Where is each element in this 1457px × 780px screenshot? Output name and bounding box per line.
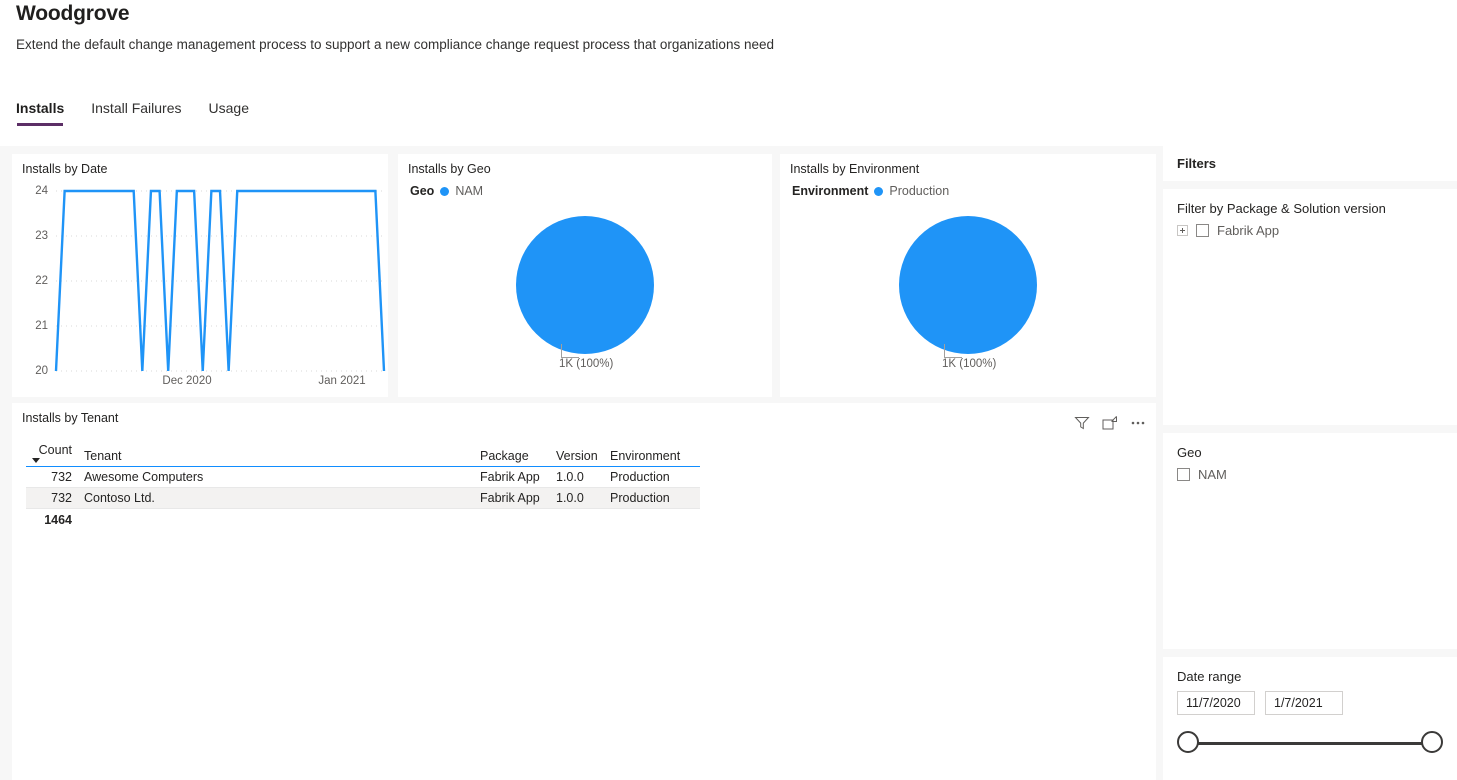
cell-tenant: Awesome Computers [78, 466, 474, 488]
legend-color-dot-icon [874, 186, 884, 196]
legend-label-production[interactable]: Production [889, 184, 949, 198]
pie-slice-production[interactable] [899, 216, 1037, 354]
filter-card-geo[interactable]: Geo NAM [1163, 433, 1457, 649]
filter-card-date-range[interactable]: Date range [1163, 657, 1457, 780]
tab-usage[interactable]: Usage [209, 100, 249, 126]
focus-mode-icon[interactable] [1102, 415, 1118, 431]
visual-title-installs-by-tenant: Installs by Tenant [22, 411, 119, 425]
pie-chart-environment: 1K (100%) [780, 212, 1156, 397]
pie-slice-nam[interactable] [516, 216, 654, 354]
legend-geo: Geo NAM [398, 176, 772, 198]
column-header-tenant[interactable]: Tenant [78, 441, 474, 467]
filter-item-label: NAM [1198, 467, 1227, 482]
cell-version: 1.0.0 [550, 466, 604, 488]
cell-environment: Production [604, 466, 700, 488]
line-chart-plot: 24 23 22 21 20 Dec 2020 Jan 2021 [12, 180, 388, 395]
visual-title-installs-by-environment: Installs by Environment [790, 162, 920, 176]
filter-item-nam[interactable]: NAM [1177, 467, 1443, 482]
table-visual-header: Installs by Tenant [12, 403, 1156, 431]
tab-installs[interactable]: Installs [16, 100, 64, 126]
filter-card-package[interactable]: Filter by Package & Solution version Fab… [1163, 189, 1457, 425]
table-row[interactable]: 732 Contoso Ltd. Fabrik App 1.0.0 Produc… [26, 487, 700, 509]
visual-title-installs-by-geo: Installs by Geo [408, 162, 491, 176]
slider-track [1188, 742, 1432, 745]
filter-title-package: Filter by Package & Solution version [1177, 201, 1386, 216]
cell-package: Fabrik App [474, 466, 550, 488]
filter-title-geo: Geo [1177, 445, 1202, 460]
date-range-inputs [1177, 691, 1443, 715]
filter-item-label: Fabrik App [1217, 223, 1280, 238]
page-title: Woodgrove [16, 2, 130, 25]
cell-environment: Production [604, 487, 700, 509]
filter-icon[interactable] [1074, 415, 1090, 431]
column-header-environment[interactable]: Environment [604, 441, 700, 467]
cell-tenant: Contoso Ltd. [78, 487, 474, 509]
cell-total-tenant [78, 508, 474, 530]
pie-data-label-environment: 1K (100%) [942, 358, 997, 370]
line-chart-svg [54, 189, 386, 372]
column-header-version[interactable]: Version [550, 441, 604, 467]
x-tick-jan-2021: Jan 2021 [318, 375, 366, 387]
page-subtitle: Extend the default change management pro… [16, 37, 774, 52]
column-header-count[interactable]: Count [26, 441, 78, 467]
pie-callout-elbow-icon [561, 344, 579, 358]
checkbox-fabrik-app[interactable] [1196, 224, 1209, 237]
date-end-input[interactable] [1265, 691, 1343, 715]
cell-count: 732 [26, 466, 78, 488]
x-tick-dec-2020: Dec 2020 [162, 375, 212, 387]
pie-callout-elbow-icon [944, 344, 962, 358]
visual-installs-by-environment[interactable]: Installs by Environment Environment Prod… [780, 154, 1156, 397]
table-row[interactable]: 732 Awesome Computers Fabrik App 1.0.0 P… [26, 466, 700, 488]
tab-install-failures[interactable]: Install Failures [91, 100, 181, 126]
expand-plus-icon[interactable] [1177, 225, 1188, 236]
legend-title-geo: Geo [410, 184, 435, 198]
legend-environment: Environment Production [780, 176, 1156, 198]
legend-label-nam[interactable]: NAM [455, 184, 483, 198]
date-start-input[interactable] [1177, 691, 1255, 715]
slider-thumb-end[interactable] [1421, 731, 1443, 753]
visual-title-installs-by-date: Installs by Date [22, 162, 108, 176]
visual-installs-by-date[interactable]: Installs by Date 24 23 22 21 20 Dec 2020… [12, 154, 388, 397]
cell-total-environment [604, 508, 700, 530]
sort-descending-icon [32, 458, 40, 463]
cell-total-version [550, 508, 604, 530]
tenant-table[interactable]: Count Tenant Package Version Environment… [26, 441, 700, 530]
visual-installs-by-geo[interactable]: Installs by Geo Geo NAM 1K (100%) [398, 154, 772, 397]
column-header-package[interactable]: Package [474, 441, 550, 467]
pie-chart-geo: 1K (100%) [398, 212, 772, 397]
cell-total-package [474, 508, 550, 530]
checkbox-nam[interactable] [1177, 468, 1190, 481]
tab-bar: Installs Install Failures Usage [0, 90, 1457, 126]
column-header-count-label: Count [38, 443, 72, 457]
cell-version: 1.0.0 [550, 487, 604, 509]
report-canvas: Installs by Date 24 23 22 21 20 Dec 2020… [0, 146, 1457, 780]
report-page: Woodgrove Extend the default change mana… [0, 0, 1457, 780]
cell-total-count: 1464 [26, 508, 78, 530]
filters-pane-title: Filters [1163, 146, 1457, 181]
cell-package: Fabrik App [474, 487, 550, 509]
filter-title-date-range: Date range [1177, 669, 1242, 684]
legend-title-environment: Environment [792, 184, 869, 198]
legend-color-dot-icon [440, 186, 450, 196]
visual-installs-by-tenant[interactable]: Installs by Tenant Count Tenant Package … [12, 403, 1156, 780]
cell-count: 732 [26, 487, 78, 509]
page-header: Woodgrove Extend the default change mana… [0, 0, 1457, 52]
date-range-slider[interactable] [1177, 731, 1443, 755]
table-total-row: 1464 [26, 508, 700, 530]
more-options-icon[interactable] [1130, 415, 1146, 431]
pie-data-label-geo: 1K (100%) [559, 358, 614, 370]
slider-thumb-start[interactable] [1177, 731, 1199, 753]
filters-pane: Filters Filter by Package & Solution ver… [1163, 146, 1457, 780]
filter-item-fabrik-app[interactable]: Fabrik App [1177, 223, 1443, 238]
table-header-row: Count Tenant Package Version Environment [26, 441, 700, 467]
visual-action-bar [1074, 411, 1146, 431]
